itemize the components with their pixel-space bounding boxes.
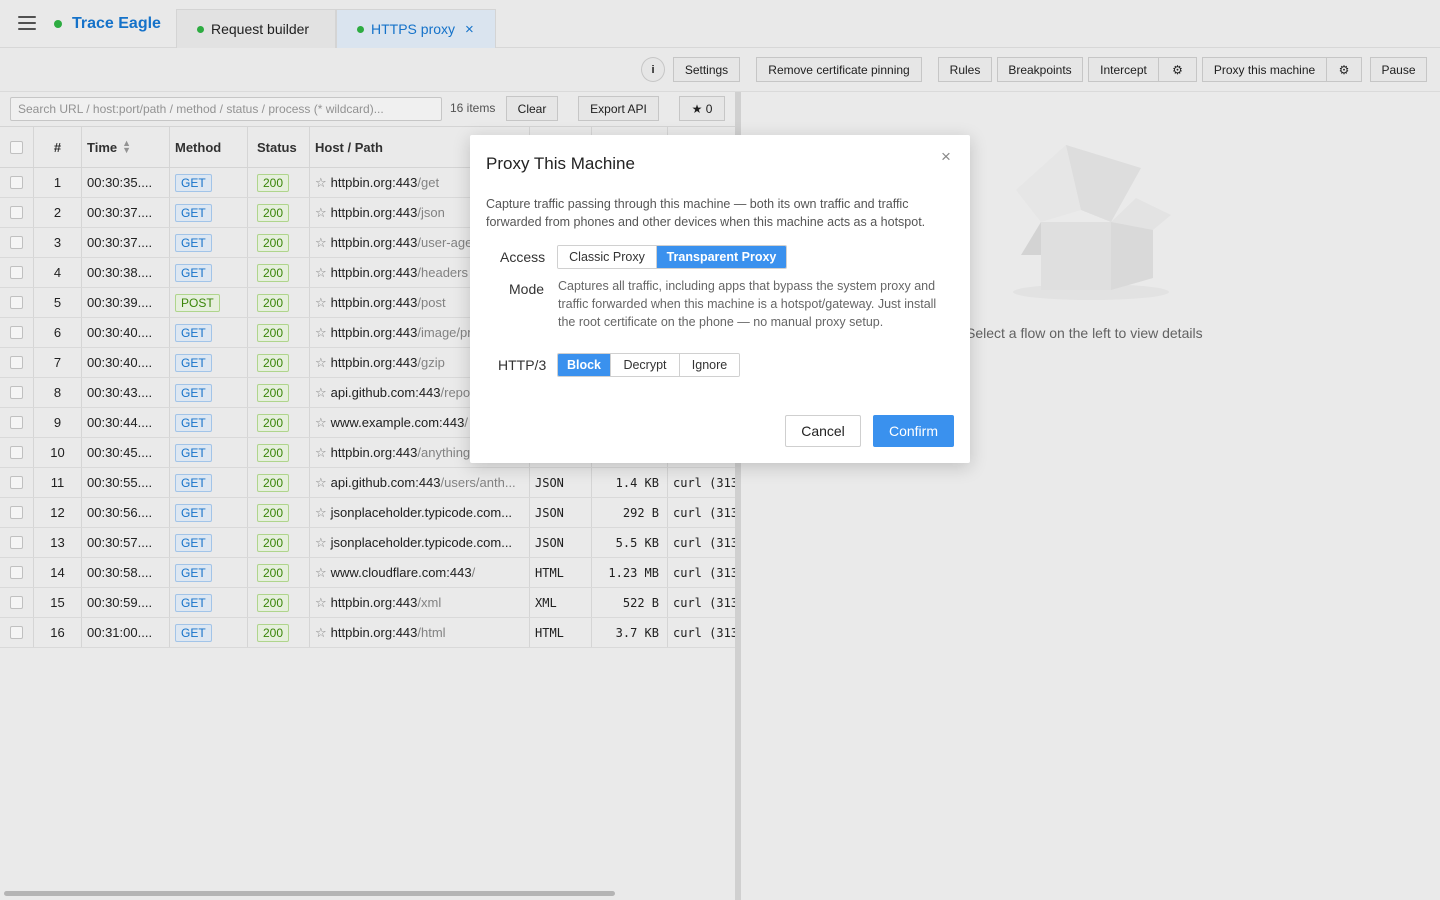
access-mode-selector: Classic Proxy Transparent Proxy — [557, 245, 787, 269]
classic-proxy-option[interactable]: Classic Proxy — [558, 246, 657, 268]
dialog-description: Capture traffic passing through this mac… — [486, 197, 926, 229]
http3-block-option[interactable]: Block — [558, 354, 611, 376]
http3-label: HTTP/3 — [498, 357, 547, 373]
http3-decrypt-option[interactable]: Decrypt — [611, 354, 680, 376]
mode-description: Captures all traffic, including apps tha… — [558, 279, 937, 329]
cancel-button[interactable]: Cancel — [785, 415, 861, 447]
mode-label: Mode — [509, 281, 545, 297]
http3-ignore-option[interactable]: Ignore — [680, 354, 739, 376]
http3-mode-selector: Block Decrypt Ignore — [557, 353, 740, 377]
dialog-title: Proxy This Machine — [486, 154, 635, 173]
transparent-proxy-option[interactable]: Transparent Proxy — [657, 246, 786, 268]
proxy-this-machine-dialog: Proxy This Machine × Capture traffic pas… — [470, 135, 970, 463]
close-icon[interactable]: × — [937, 148, 955, 166]
access-label: Access — [500, 249, 546, 265]
confirm-button[interactable]: Confirm — [873, 415, 954, 447]
